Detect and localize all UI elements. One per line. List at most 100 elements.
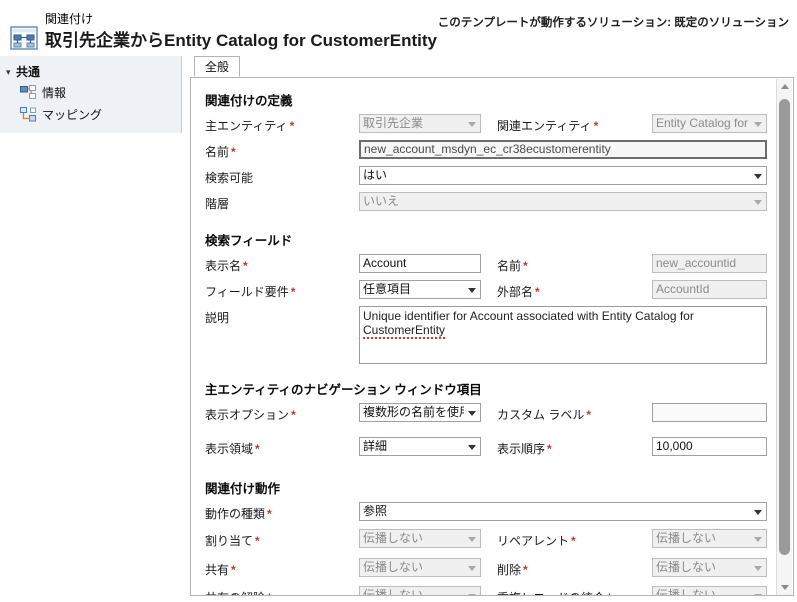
section-title-definition: 関連付けの定義 (205, 94, 293, 108)
custom-label-input[interactable] (652, 403, 767, 422)
chevron-down-icon (468, 565, 476, 571)
label-hierarchical: 階層 (205, 197, 230, 211)
solution-context-label: このテンプレートが動作するソリューション: 既定のソリューション (437, 17, 789, 29)
display-area-value: 詳細 (363, 439, 388, 453)
primary-entity-value: 取引先企業 (363, 116, 424, 130)
label-display-order: 表示順序 * (497, 442, 552, 456)
field-requirement-select[interactable]: 任意項目 (359, 280, 481, 299)
merge-select[interactable]: 伝播しない (652, 586, 767, 595)
schema-name-input[interactable]: new_accountid (652, 254, 767, 273)
sidebar-item-mapping[interactable]: マッピング (20, 106, 102, 123)
label-description: 説明 (205, 311, 230, 325)
label-external-name: 外部名 * (497, 285, 540, 299)
unshare-value: 伝播しない (363, 588, 424, 596)
hierarchical-value: いいえ (363, 194, 400, 208)
external-name-value: AccountId (656, 282, 710, 296)
scroll-down-arrow-icon (780, 585, 789, 590)
label-schema-name: 名前 * (497, 259, 528, 273)
sidebar-item-information-label: 情報 (42, 86, 67, 100)
display-order-input[interactable]: 10,000 (652, 437, 767, 456)
unshare-select[interactable]: 伝播しない (359, 586, 481, 596)
section-title-behavior: 関連付け動作 (205, 482, 281, 496)
form-canvas: 関連付けの定義 主エンティティ * 取引先企業 関連エンティティ * Entity … (191, 78, 777, 596)
label-relationship-name: 名前 * (205, 145, 236, 159)
chevron-down-icon (754, 593, 762, 595)
mapping-node-icon (20, 107, 37, 122)
chevron-down-icon (468, 593, 476, 595)
display-area-select[interactable]: 詳細 (359, 437, 481, 456)
relationship-name-value: new_account_msdyn_ec_cr38ecustomerentity (364, 142, 611, 156)
tab-general[interactable]: 全般 (194, 56, 241, 77)
delete-select[interactable]: 伝播しない (652, 558, 767, 577)
label-behavior-type: 動作の種類 * (205, 507, 272, 521)
chevron-down-icon (468, 287, 476, 293)
scroll-down-button[interactable] (777, 579, 792, 595)
chevron-down-icon (468, 536, 476, 542)
relationship-icon (10, 25, 38, 51)
label-delete: 削除 * (497, 563, 528, 577)
external-name-input[interactable]: AccountId (652, 280, 767, 299)
label-field-requirement: フィールド要件 * (205, 285, 296, 299)
label-searchable: 検索可能 (205, 171, 254, 185)
left-navigation-pane: ▾ 共通 情報 マッピング (0, 56, 182, 133)
display-order-value: 10,000 (656, 439, 693, 453)
schema-name-value: new_accountid (656, 256, 737, 270)
label-custom-label: カスタム ラベル * (497, 408, 592, 422)
label-unshare: 共有の解除* (205, 589, 272, 595)
related-entity-select[interactable]: Entity Catalog for (652, 114, 767, 133)
share-value: 伝播しない (363, 560, 424, 574)
primary-entity-select[interactable]: 取引先企業 (359, 114, 481, 133)
chevron-down-icon (468, 121, 476, 127)
display-option-select[interactable]: 複数形の名前を使用 (359, 403, 481, 422)
chevron-down-icon (754, 173, 762, 179)
chevron-down-icon (754, 565, 762, 571)
field-requirement-value: 任意項目 (363, 282, 412, 296)
sidebar-item-mapping-label: マッピング (42, 108, 103, 122)
sidebar-item-information[interactable]: 情報 (20, 84, 66, 101)
share-select[interactable]: 伝播しない (359, 558, 481, 577)
chevron-down-icon (754, 199, 762, 205)
scrollbar-thumb[interactable] (779, 99, 790, 555)
form-scroll-area: 関連付けの定義 主エンティティ * 取引先企業 関連エンティティ * Entity … (190, 78, 794, 596)
reparent-select[interactable]: 伝播しない (652, 529, 767, 548)
label-merge: 重複レコードの統合* (497, 589, 612, 595)
related-entity-value: Entity Catalog for (656, 116, 749, 130)
display-name-input[interactable]: Account (359, 254, 481, 273)
chevron-down-icon (468, 444, 476, 450)
display-option-value: 複数形の名前を使用 (363, 405, 464, 419)
scroll-up-arrow-icon (780, 84, 789, 89)
description-textarea[interactable]: Unique identifier for Account associated… (359, 306, 767, 364)
hierarchical-select[interactable]: いいえ (359, 192, 767, 211)
chevron-down-icon (468, 410, 476, 416)
reparent-value: 伝播しない (656, 531, 717, 545)
behavior-type-select[interactable]: 参照 (359, 502, 767, 521)
page-title: 取引先企業からEntity Catalog for CustomerEntity (45, 31, 437, 50)
label-share: 共有 * (205, 563, 236, 577)
label-display-area: 表示領域 * (205, 442, 260, 456)
chevron-down-icon (754, 121, 762, 127)
label-display-option: 表示オプション * (205, 408, 296, 422)
section-title-lookup: 検索フィールド (205, 234, 293, 248)
label-reparent: リペアレント * (497, 534, 576, 548)
label-assign: 割り当て * (205, 534, 260, 548)
expand-collapse-caret-icon[interactable]: ▾ (6, 67, 16, 78)
form-panel: 全般 関連付けの定義 主エンティティ * 取引先企業 関連エンティティ * Enti… (190, 56, 794, 596)
description-spellcheck-word: CustomerEntity (363, 323, 446, 339)
nav-group-common[interactable]: ▾ 共通 (6, 63, 40, 80)
label-display-name: 表示名 * (205, 259, 248, 273)
form-vertical-scrollbar[interactable] (776, 79, 792, 595)
chevron-down-icon (754, 509, 762, 515)
relationship-editor-window: 関連付け 取引先企業からEntity Catalog for CustomerE… (0, 0, 797, 602)
nav-group-label: 共通 (16, 65, 41, 79)
searchable-select[interactable]: はい (359, 166, 767, 185)
assign-select[interactable]: 伝播しない (359, 529, 481, 548)
display-name-value: Account (363, 256, 407, 270)
relationship-name-input[interactable]: new_account_msdyn_ec_cr38ecustomerentity (359, 140, 767, 159)
scroll-up-button[interactable] (777, 79, 792, 95)
behavior-type-value: 参照 (363, 504, 388, 518)
description-text: Unique identifier for Account associated… (363, 309, 694, 323)
information-node-icon (20, 85, 37, 100)
label-primary-entity: 主エンティティ * (205, 119, 295, 133)
searchable-value: はい (363, 168, 388, 182)
chevron-down-icon (754, 536, 762, 542)
